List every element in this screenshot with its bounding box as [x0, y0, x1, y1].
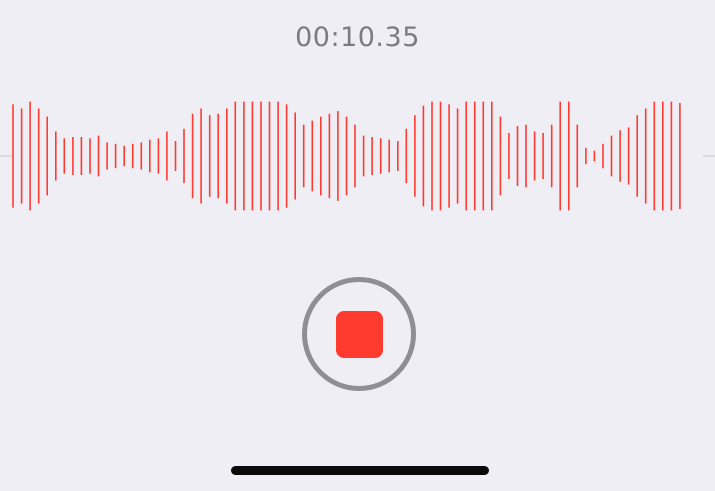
- stop-recording-button[interactable]: [302, 277, 416, 391]
- stop-icon: [335, 310, 383, 358]
- audio-waveform: [0, 101, 715, 211]
- home-indicator[interactable]: [231, 466, 489, 475]
- elapsed-time: 00:10.35: [295, 22, 420, 53]
